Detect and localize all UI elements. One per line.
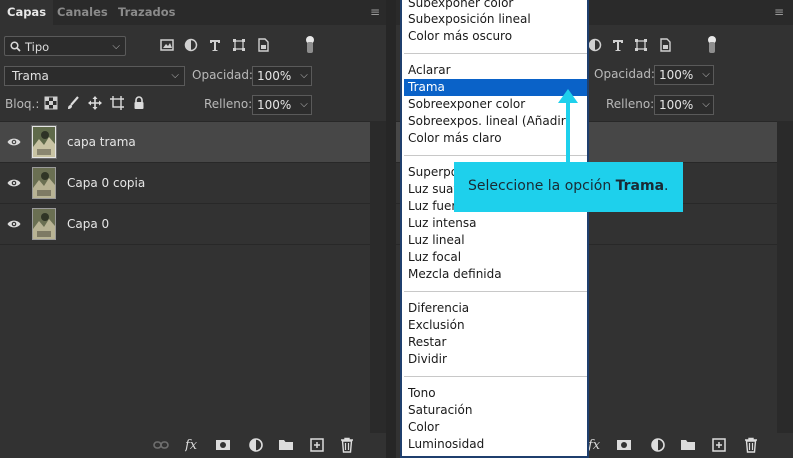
layer-row-capa-trama[interactable]: capa trama <box>0 122 370 162</box>
layers-panel-left: Capas Canales Trazados ≡ Tipo ⌵ Trama ⌵ <box>0 0 386 458</box>
panel-menu-icon[interactable]: ≡ <box>369 6 381 18</box>
svg-text:fx: fx <box>185 438 198 453</box>
layers-scrollbar[interactable] <box>777 121 793 435</box>
tab-canales[interactable]: Canales <box>57 0 108 25</box>
option-dividir[interactable]: Dividir <box>408 352 447 366</box>
svg-text:fx: fx <box>588 438 601 453</box>
layer-name: Capa 0 <box>67 217 110 231</box>
menu-divider <box>404 53 587 54</box>
type-filter-icon[interactable] <box>611 38 625 52</box>
callout-arrow-head <box>558 89 578 103</box>
lock-all-icon[interactable] <box>132 96 146 110</box>
fill-label: Relleno: <box>204 97 253 111</box>
mask-icon[interactable] <box>616 437 632 453</box>
link-icon[interactable] <box>153 437 169 453</box>
option-luz-focal[interactable]: Luz focal <box>408 250 461 264</box>
adjustment-filter-icon[interactable] <box>184 38 198 52</box>
option-saturacion[interactable]: Saturación <box>408 403 472 417</box>
filter-type-label: Tipo <box>25 40 50 54</box>
layer-thumbnail <box>32 167 56 199</box>
chevron-down-icon: ⌵ <box>112 41 120 52</box>
tab-capas[interactable]: Capas <box>0 0 54 25</box>
lock-label: Bloq.: <box>5 97 40 111</box>
option-color-mas-oscuro[interactable]: Color más oscuro <box>408 29 512 43</box>
blend-mode-value: Trama <box>12 69 49 83</box>
new-layer-icon[interactable] <box>711 437 727 453</box>
shape-filter-icon[interactable] <box>232 38 246 52</box>
filter-toggle[interactable] <box>708 36 716 54</box>
tab-trazados[interactable]: Trazados <box>118 0 175 25</box>
option-aclarar[interactable]: Aclarar <box>408 63 451 77</box>
option-tono[interactable]: Tono <box>408 386 436 400</box>
adjustment-icon[interactable] <box>650 437 666 453</box>
option-color[interactable]: Color <box>408 420 439 434</box>
layers-scrollbar[interactable] <box>370 121 386 435</box>
filter-toggle[interactable] <box>306 36 314 54</box>
lock-position-icon[interactable] <box>88 96 102 110</box>
blend-mode-dropdown: Subexponer color Subexposición lineal Co… <box>400 0 589 458</box>
opacity-label: Opacidad: <box>594 67 655 81</box>
option-mezcla-definida[interactable]: Mezcla definida <box>408 267 502 281</box>
option-subexponer-color[interactable]: Subexponer color <box>408 0 513 10</box>
visibility-eye-icon[interactable] <box>7 177 21 189</box>
trash-icon[interactable] <box>339 437 355 453</box>
search-icon <box>10 41 21 52</box>
option-luz-lineal[interactable]: Luz lineal <box>408 233 465 247</box>
option-sobreexponer-color[interactable]: Sobreexponer color <box>408 97 525 111</box>
fx-icon[interactable]: fx <box>185 437 201 453</box>
option-exclusion[interactable]: Exclusión <box>408 318 465 332</box>
lock-image-pixels-icon[interactable] <box>66 96 80 110</box>
fx-icon[interactable]: fx <box>588 437 604 453</box>
adjustment-icon[interactable] <box>248 437 264 453</box>
lock-transparent-pixels-icon[interactable] <box>44 96 58 110</box>
callout-arrow-line <box>566 102 570 164</box>
layer-name: Capa 0 copia <box>67 176 146 190</box>
opacity-slider-chevron[interactable]: ⌵ <box>699 65 714 85</box>
panel-separator <box>386 0 396 458</box>
panel-menu-icon[interactable]: ≡ <box>773 6 785 18</box>
option-sobreexpos-lineal[interactable]: Sobreexpos. lineal (Añadir) <box>408 114 570 128</box>
layer-row-capa-0-copia[interactable]: Capa 0 copia <box>0 163 370 203</box>
type-filter-icon[interactable] <box>208 38 222 52</box>
layer-thumbnail <box>31 125 57 159</box>
layer-row-capa-0[interactable]: Capa 0 <box>0 204 370 244</box>
new-layer-icon[interactable] <box>309 437 325 453</box>
opacity-label: Opacidad: <box>192 68 253 82</box>
visibility-eye-icon[interactable] <box>7 136 21 148</box>
visibility-eye-icon[interactable] <box>7 218 21 230</box>
smart-object-filter-icon[interactable] <box>256 38 270 52</box>
option-luminosidad[interactable]: Luminosidad <box>408 437 484 451</box>
trash-icon[interactable] <box>743 437 759 453</box>
callout-text: Seleccione la opción Trama. <box>468 178 669 194</box>
image-filter-icon[interactable] <box>160 38 174 52</box>
blend-mode-select[interactable]: Trama ⌵ <box>4 66 185 86</box>
menu-divider <box>404 155 587 156</box>
opacity-slider-chevron[interactable]: ⌵ <box>297 66 312 86</box>
folder-icon[interactable] <box>680 437 696 453</box>
fill-label: Relleno: <box>606 97 655 111</box>
chevron-down-icon: ⌵ <box>171 70 179 81</box>
layer-name: capa trama <box>67 135 136 149</box>
option-trama[interactable]: Trama <box>408 80 445 94</box>
lock-artboard-icon[interactable] <box>110 96 124 110</box>
option-diferencia[interactable]: Diferencia <box>408 301 469 315</box>
mask-icon[interactable] <box>215 437 231 453</box>
smart-object-filter-icon[interactable] <box>658 38 672 52</box>
fill-slider-chevron[interactable]: ⌵ <box>297 95 312 115</box>
layer-thumbnail <box>32 208 56 240</box>
panel-tabs: Capas Canales Trazados ≡ <box>0 0 386 25</box>
fill-slider-chevron[interactable]: ⌵ <box>699 95 714 115</box>
folder-icon[interactable] <box>278 437 294 453</box>
option-luz-intensa[interactable]: Luz intensa <box>408 216 476 230</box>
adjustment-filter-icon[interactable] <box>588 38 602 52</box>
menu-divider <box>404 291 587 292</box>
instruction-callout: Seleccione la opción Trama. <box>454 162 683 212</box>
option-subexposicion-lineal[interactable]: Subexposición lineal <box>408 12 531 26</box>
option-restar[interactable]: Restar <box>408 335 446 349</box>
option-color-mas-claro[interactable]: Color más claro <box>408 131 502 145</box>
shape-filter-icon[interactable] <box>634 38 648 52</box>
menu-divider <box>404 376 587 377</box>
filter-type-select[interactable]: Tipo ⌵ <box>4 36 126 56</box>
